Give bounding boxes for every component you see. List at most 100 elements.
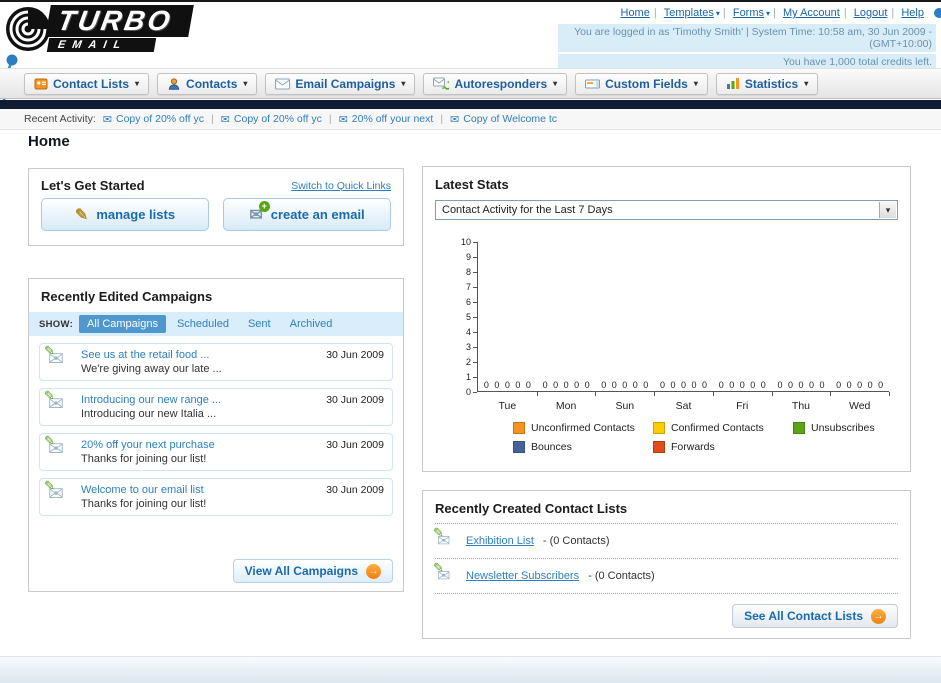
recent-activity-link[interactable]: Copy of 20% off yc: [116, 113, 204, 125]
recent-activity-item[interactable]: ✉ Copy of Welcome tc: [450, 113, 557, 126]
link-my-account[interactable]: My Account: [783, 7, 840, 19]
chart-values: 0 0 0 0 0: [601, 380, 649, 390]
switch-quick-links-link[interactable]: Switch to Quick Links: [291, 180, 391, 192]
campaign-title-link[interactable]: Introducing our new range ...: [81, 394, 317, 406]
campaign-date: 30 Jun 2009: [326, 394, 384, 406]
link-templates[interactable]: Templates: [664, 7, 714, 19]
caret-down-icon: ▾: [766, 9, 771, 18]
logo-title: TURBO: [45, 5, 194, 37]
chart-values: 0 0 0 0 0: [542, 380, 590, 390]
recent-activity-link[interactable]: Copy of Welcome tc: [463, 113, 557, 125]
pencil-icon: ✎: [44, 433, 55, 448]
recent-activity-link[interactable]: Copy of 20% off yc: [234, 113, 322, 125]
nav-divider-bar: [0, 100, 941, 109]
list-edit-icon: ✉ ✎: [433, 560, 457, 586]
envelope-icon: ✉: [220, 113, 230, 126]
see-all-contact-lists-button[interactable]: See All Contact Lists →: [732, 604, 898, 628]
campaign-date: 30 Jun 2009: [326, 484, 384, 496]
nav-tab-contacts[interactable]: Contacts ▾: [157, 72, 258, 95]
view-all-campaigns-button[interactable]: View All Campaigns →: [232, 559, 393, 583]
nav-tab-statistics[interactable]: Statistics ▾: [715, 72, 819, 95]
caret-down-icon: ▾: [715, 9, 720, 18]
envelope-icon: ✉: [102, 113, 112, 126]
campaign-title-link[interactable]: 20% off your next purchase: [81, 439, 317, 451]
nav-tab-autoresponders[interactable]: Autoresponders ▾: [423, 72, 568, 95]
statistics-icon: [726, 78, 739, 89]
tab-sent[interactable]: Sent: [240, 315, 279, 333]
contact-list-link[interactable]: Newsletter Subscribers: [466, 570, 579, 582]
caret-down-icon: ▾: [243, 79, 248, 88]
chart-legend: Unconfirmed Contacts Confirmed Contacts Un…: [513, 422, 910, 453]
recent-activity-item[interactable]: ✉ Copy of 20% off yc: [103, 113, 204, 126]
y-axis-tick-label: 0: [466, 387, 477, 397]
y-axis-tick-label: 7: [466, 282, 477, 292]
separator: |: [773, 7, 776, 19]
chart-group: 0 0 0 0 0 Thu: [772, 242, 832, 412]
link-forms[interactable]: Forms: [733, 7, 764, 19]
campaign-title-link[interactable]: Welcome to our email list: [81, 484, 317, 496]
campaigns-panel: Recently Edited Campaigns SHOW: All Camp…: [28, 278, 404, 592]
tab-all-campaigns[interactable]: All Campaigns: [79, 315, 166, 333]
contact-list-row[interactable]: ✉ ✎ Newsletter Subscribers - (0 Contacts): [433, 559, 898, 594]
link-help[interactable]: Help: [901, 7, 924, 19]
campaign-envelope-icon: ✉ ✎: [44, 388, 72, 418]
list-edit-icon: ✉ ✎: [433, 525, 457, 551]
separator: |: [210, 113, 214, 125]
create-email-button[interactable]: ✉ + create an email: [223, 198, 391, 231]
contact-activity-chart: 0 1 2 3 4 5 6 7 8 9 10 0 0 0 0 0 Tue 0 0 0 0 0 Mon 0 0…: [453, 237, 900, 453]
header-links: Home | Templates ▾ | Forms ▾ | My Account | Lo…: [558, 7, 941, 19]
footer: [0, 656, 941, 683]
manage-lists-label: manage lists: [96, 207, 176, 222]
link-home[interactable]: Home: [621, 7, 650, 19]
chart-group: 0 0 0 0 0 Wed: [830, 242, 890, 412]
show-label: SHOW:: [39, 318, 74, 330]
recent-activity-link[interactable]: 20% off your next: [352, 113, 434, 125]
nav-tab-email-campaigns[interactable]: Email Campaigns ▾: [265, 72, 416, 95]
manage-lists-button[interactable]: ✎ manage lists: [41, 198, 209, 231]
app-window: TURBO EMAIL Home | Templates ▾ | Forms ▾ | My…: [0, 0, 941, 683]
y-axis-tick-label: 5: [466, 312, 477, 322]
chart-group: 0 0 0 0 0 Tue: [478, 242, 538, 412]
envelope-icon: ✉: [450, 113, 460, 126]
contact-list-link[interactable]: Exhibition List: [466, 535, 534, 547]
campaign-row[interactable]: ✉ ✎ Welcome to our email list Thanks for …: [39, 478, 393, 516]
recent-activity-item[interactable]: ✉ Copy of 20% off yc: [221, 113, 322, 126]
legend-label: Unsubscribes: [811, 422, 875, 434]
legend-item: Confirmed Contacts: [653, 422, 793, 434]
contact-list-row[interactable]: ✉ ✎ Exhibition List - (0 Contacts): [433, 524, 898, 559]
link-logout[interactable]: Logout: [854, 7, 888, 19]
nav-tab-label: Statistics: [744, 76, 799, 91]
y-axis-tick-label: 10: [461, 237, 477, 247]
caret-down-icon: ▾: [401, 79, 406, 88]
campaign-envelope-icon: ✉ ✎: [44, 478, 72, 508]
campaign-row[interactable]: ✉ ✎ 20% off your next purchase Thanks for…: [39, 433, 393, 471]
tab-scheduled[interactable]: Scheduled: [169, 315, 237, 333]
nav-tab-custom-fields[interactable]: Custom Fields ▾: [575, 72, 708, 95]
stats-range-select[interactable]: Contact Activity for the Last 7 Days ▾: [435, 200, 898, 220]
separator: |: [328, 113, 332, 125]
campaign-row[interactable]: ✉ ✎ Introducing our new range ... Introdu…: [39, 388, 393, 426]
pencil-icon: ✎: [433, 560, 444, 575]
campaign-title-link[interactable]: See us at the retail food ...: [81, 349, 317, 361]
recent-activity-item[interactable]: ✉ 20% off your next: [339, 113, 434, 126]
tab-archived[interactable]: Archived: [282, 315, 341, 333]
legend-item: Bounces: [513, 441, 653, 453]
y-axis-tick-label: 2: [466, 357, 477, 367]
campaign-row[interactable]: ✉ ✎ See us at the retail food ... We're g…: [39, 343, 393, 381]
campaign-date: 30 Jun 2009: [326, 349, 384, 361]
x-axis-label: Sat: [675, 400, 692, 412]
pencil-icon: ✎: [44, 478, 55, 493]
contact-list-count: - (0 Contacts): [588, 570, 655, 582]
recent-activity-bar: Recent Activity: ✉ Copy of 20% off yc | ✉ C…: [0, 109, 941, 130]
pencil-icon: ✎: [433, 525, 444, 540]
y-axis-tick-label: 6: [466, 297, 477, 307]
campaign-envelope-icon: ✉ ✎: [44, 343, 72, 373]
chart-values: 0 0 0 0 0: [718, 380, 766, 390]
pencil-icon: ✎: [44, 343, 55, 358]
separator: |: [843, 7, 847, 19]
logo-subtitle: EMAIL: [46, 38, 157, 52]
pencil-icon: ✎: [74, 206, 89, 224]
nav-tab-contact-lists[interactable]: Contact Lists ▾: [24, 72, 150, 95]
y-axis-tick-label: 9: [466, 252, 477, 262]
campaigns-title: Recently Edited Campaigns: [41, 289, 213, 304]
